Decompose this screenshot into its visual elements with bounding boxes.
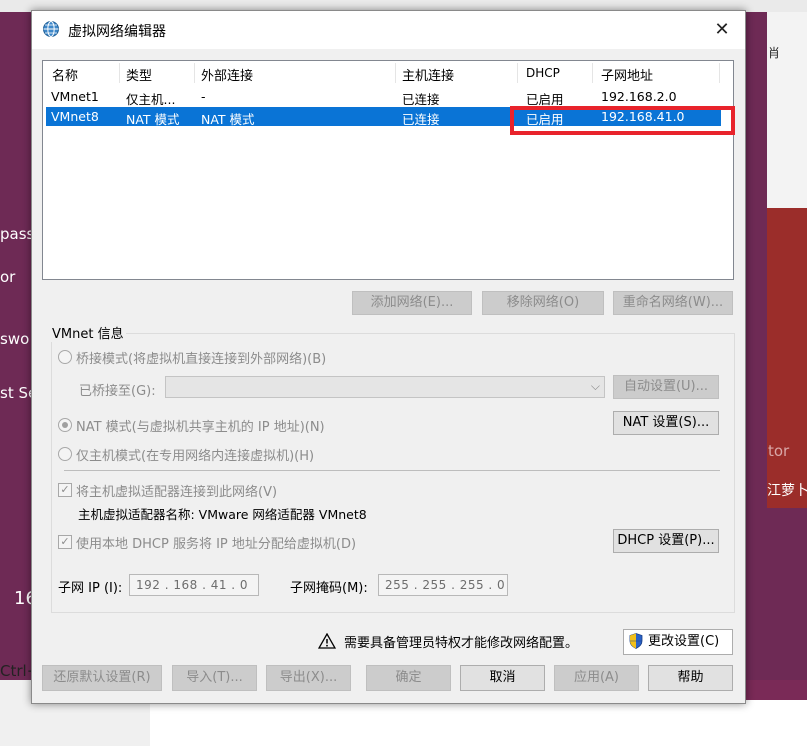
use-dhcp-checkbox[interactable]: ✓ <box>58 535 72 549</box>
subnet-ip-label: 子网 IP (I): <box>58 581 123 596</box>
table-header: 名称 类型 外部连接 主机连接 DHCP 子网地址 <box>43 61 733 85</box>
cancel-button[interactable]: 取消 <box>460 665 545 691</box>
export-button[interactable]: 导出(X)... <box>266 665 351 691</box>
column-divider <box>395 63 396 83</box>
admin-notice-text: 需要具备管理员特权才能修改网络配置。 <box>344 636 579 651</box>
nat-mode-radio[interactable] <box>58 418 72 432</box>
subnet-mask-label: 子网掩码(M): <box>290 581 368 596</box>
chevron-down-icon: ⌵ <box>590 379 600 393</box>
column-divider <box>194 63 195 83</box>
virtual-network-editor-dialog: 虚拟网络编辑器 ✕ 名称 类型 外部连接 主机连接 DHCP 子网地址 VMne… <box>31 10 746 704</box>
network-table[interactable]: 名称 类型 外部连接 主机连接 DHCP 子网地址 VMnet1 仅主机... … <box>42 60 734 280</box>
cell-external: NAT 模式 <box>201 112 255 127</box>
warning-icon <box>318 633 336 649</box>
host-only-mode-label: 仅主机模式(在专用网络内连接虚拟机)(H) <box>76 449 315 464</box>
background-banner-right <box>767 208 807 508</box>
column-divider <box>592 63 593 83</box>
background-bottom <box>150 700 807 746</box>
bg-text-tor: tor <box>768 442 790 460</box>
table-row[interactable]: VMnet1 仅主机... - 已连接 已启用 192.168.2.0 <box>46 87 721 107</box>
help-button[interactable]: 帮助 <box>648 665 733 691</box>
connect-adapter-checkbox[interactable]: ✓ <box>58 483 72 497</box>
cell-host: 已连接 <box>402 112 440 127</box>
use-dhcp-label: 使用本地 DHCP 服务将 IP 地址分配给虚拟机(D) <box>76 537 357 552</box>
column-header-type[interactable]: 类型 <box>126 65 152 84</box>
restore-defaults-button[interactable]: 还原默认设置(R) <box>42 665 162 691</box>
cell-name: VMnet1 <box>51 89 99 104</box>
window-title: 虚拟网络编辑器 <box>68 24 166 40</box>
bridged-to-label: 已桥接至(G): <box>79 384 156 399</box>
adapter-name-text: 主机虚拟适配器名称: VMware 网络适配器 VMnet8 <box>78 507 367 522</box>
cell-type: 仅主机... <box>126 92 176 107</box>
bg-text-red: 江萝卜 <box>767 483 807 499</box>
subnet-mask-input[interactable]: 255 . 255 . 255 . 0 <box>378 574 508 596</box>
column-divider <box>719 63 720 83</box>
nat-settings-button[interactable]: NAT 设置(S)... <box>613 411 719 435</box>
cell-host: 已连接 <box>402 92 440 107</box>
change-settings-button[interactable]: 更改设置(C) <box>623 629 733 655</box>
dhcp-settings-button[interactable]: DHCP 设置(P)... <box>613 529 719 553</box>
auto-settings-button[interactable]: 自动设置(U)... <box>613 375 719 399</box>
vmnet-info-label: VMnet 信息 <box>50 323 126 342</box>
column-header-external[interactable]: 外部连接 <box>201 65 253 84</box>
ok-button[interactable]: 确定 <box>366 665 451 691</box>
bg-text-pass: pass <box>0 225 35 243</box>
highlight-annotation-box <box>510 106 735 135</box>
column-header-name[interactable]: 名称 <box>52 65 78 84</box>
apply-button[interactable]: 应用(A) <box>554 665 639 691</box>
cell-type: NAT 模式 <box>126 112 180 127</box>
network-globe-icon <box>43 21 59 37</box>
bridged-mode-radio[interactable] <box>58 350 72 364</box>
bg-text-swo: swo <box>0 330 30 348</box>
host-only-mode-radio[interactable] <box>58 447 72 461</box>
nat-mode-label: NAT 模式(与虚拟机共享主机的 IP 地址)(N) <box>76 420 325 435</box>
subnet-ip-input[interactable]: 192 . 168 . 41 . 0 <box>129 574 259 596</box>
background-panel-right <box>767 12 807 208</box>
import-button[interactable]: 导入(T)... <box>172 665 257 691</box>
column-header-host[interactable]: 主机连接 <box>402 65 454 84</box>
cell-name: VMnet8 <box>51 109 99 124</box>
bridged-to-select[interactable]: ⌵ <box>165 376 605 398</box>
bridged-mode-label: 桥接模式(将虚拟机直接连接到外部网络)(B) <box>76 352 327 367</box>
close-button[interactable]: ✕ <box>699 11 745 49</box>
add-network-button[interactable]: 添加网络(E)... <box>352 291 472 315</box>
column-header-dhcp[interactable]: DHCP <box>526 66 560 80</box>
cell-external: - <box>201 89 206 104</box>
title-bar: 虚拟网络编辑器 ✕ <box>32 11 745 49</box>
remove-network-button[interactable]: 移除网络(O) <box>482 291 604 315</box>
column-divider <box>517 63 518 83</box>
connect-adapter-label: 将主机虚拟适配器连接到此网络(V) <box>76 485 278 500</box>
change-settings-label: 更改设置(C) <box>648 634 720 649</box>
close-icon: ✕ <box>714 19 730 40</box>
divider <box>64 470 720 471</box>
uac-shield-icon <box>629 633 643 649</box>
column-divider <box>119 63 120 83</box>
rename-network-button[interactable]: 重命名网络(W)... <box>613 291 733 315</box>
bg-text-or: or <box>0 268 16 286</box>
column-header-subnet[interactable]: 子网地址 <box>601 65 653 84</box>
cell-subnet: 192.168.2.0 <box>601 89 677 104</box>
bg-text-top: 肖 <box>768 46 781 60</box>
